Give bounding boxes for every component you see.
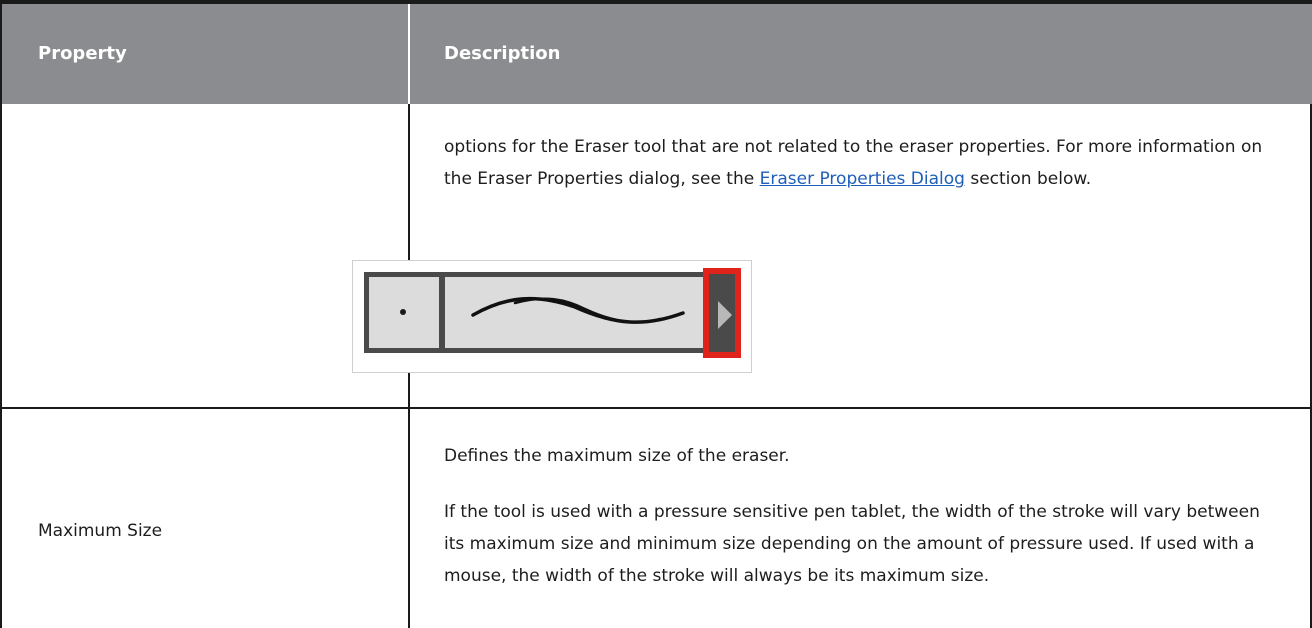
row2-paragraph-1: Defines the maximum size of the eraser. [444, 446, 790, 466]
eraser-properties-dialog-link[interactable]: Eraser Properties Dialog [760, 169, 965, 189]
brush-preview-widget [364, 268, 741, 358]
play-arrow-icon [718, 301, 732, 329]
arrow-button-face [709, 274, 735, 352]
stroke-preview-curve-icon [471, 296, 685, 324]
row2-property: Maximum Size [38, 521, 163, 541]
row1-description: options for the Eraser tool that are not… [444, 131, 1266, 195]
header-property: Property [38, 43, 127, 64]
brush-preview-image [352, 260, 752, 373]
brush-tip-dot-icon [400, 309, 406, 315]
header-description: Description [444, 43, 561, 64]
row1-text-after: section below. [964, 169, 1092, 189]
header-divider [408, 4, 410, 104]
properties-table: Property Description options for the Era… [0, 0, 1312, 628]
table-header-row [2, 4, 1312, 104]
brush-preview-arrow-button[interactable] [703, 268, 741, 358]
row2-paragraph-2: If the tool is used with a pressure sens… [444, 502, 1260, 586]
brush-tip-cell [369, 277, 445, 348]
row-divider [2, 407, 1312, 409]
